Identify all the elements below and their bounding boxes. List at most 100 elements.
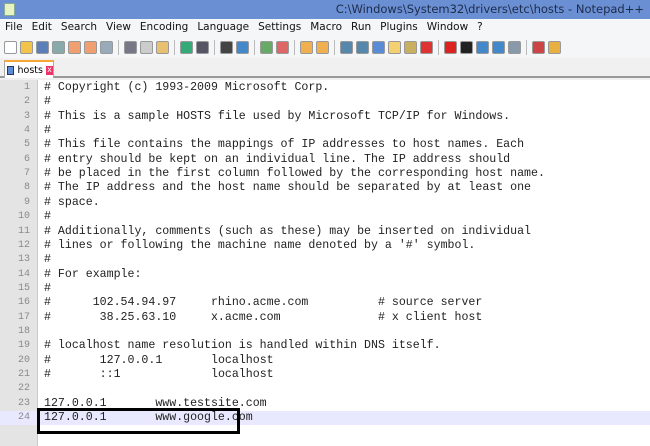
new-icon[interactable] bbox=[4, 40, 17, 54]
code-line[interactable]: 4 # bbox=[0, 124, 650, 138]
code-line[interactable]: 20 # 127.0.0.1 localhost bbox=[0, 354, 650, 368]
save-all-icon[interactable] bbox=[52, 40, 65, 54]
menu-help[interactable]: ? bbox=[472, 19, 487, 36]
line-number: 14 bbox=[17, 268, 30, 280]
window-title: C:\Windows\System32\drivers\etc\hosts - … bbox=[335, 2, 644, 16]
function-list-icon[interactable] bbox=[420, 40, 433, 54]
code-line[interactable]: 5 # This file contains the mappings of IP… bbox=[0, 138, 650, 152]
line-text: # 127.0.0.1 localhost bbox=[44, 353, 274, 367]
toolbar-separator bbox=[334, 39, 335, 55]
notepad-plus-plus-icon bbox=[4, 3, 15, 16]
code-line[interactable]: 7 # be placed in the first column followe… bbox=[0, 167, 650, 181]
line-text: # Additionally, comments (such as these)… bbox=[44, 224, 532, 238]
copy-icon[interactable] bbox=[140, 40, 153, 54]
redo-icon[interactable] bbox=[196, 40, 209, 54]
menu-file[interactable]: File bbox=[0, 19, 27, 36]
menu-window[interactable]: Window bbox=[422, 19, 472, 36]
menu-plugins[interactable]: Plugins bbox=[375, 19, 422, 36]
plugin-icon[interactable] bbox=[548, 40, 561, 54]
menu-run[interactable]: Run bbox=[346, 19, 375, 36]
line-text: # ::1 localhost bbox=[44, 368, 274, 381]
line-text: # localhost name resolution is handled w… bbox=[44, 339, 441, 353]
stop-macro-icon[interactable] bbox=[460, 40, 473, 54]
code-line[interactable]: 13 # bbox=[0, 253, 650, 267]
print-icon[interactable] bbox=[100, 40, 113, 54]
code-line[interactable]: 22 bbox=[0, 382, 650, 396]
code-line[interactable]: 17 # 38.25.63.10 x.acme.com # x client ho… bbox=[0, 311, 650, 325]
code-line[interactable]: 2 # bbox=[0, 95, 650, 109]
menu-macro[interactable]: Macro bbox=[305, 19, 346, 36]
menu-search[interactable]: Search bbox=[56, 19, 101, 36]
code-line[interactable]: 15 # bbox=[0, 282, 650, 296]
run-macro-multiple-icon[interactable] bbox=[492, 40, 505, 54]
code-line[interactable]: 6 # entry should be kept on an individual… bbox=[0, 153, 650, 167]
line-number: 13 bbox=[17, 254, 30, 266]
line-number: 11 bbox=[17, 225, 30, 237]
code-line[interactable]: 14 # For example: bbox=[0, 268, 650, 282]
line-number: 22 bbox=[17, 383, 30, 395]
line-number: 3 bbox=[23, 110, 30, 122]
menu-encoding[interactable]: Encoding bbox=[135, 19, 192, 36]
sync-v-icon[interactable] bbox=[300, 40, 313, 54]
save-macro-icon[interactable] bbox=[508, 40, 521, 54]
code-line[interactable]: 16 # 102.54.94.97 rhino.acme.com # source… bbox=[0, 296, 650, 310]
open-icon[interactable] bbox=[20, 40, 33, 54]
tab-hosts[interactable]: hosts x bbox=[4, 60, 54, 78]
menu-language[interactable]: Language bbox=[192, 19, 253, 36]
code-line[interactable]: 10 # bbox=[0, 210, 650, 224]
line-text: # bbox=[44, 210, 51, 224]
text-editor[interactable]: 1 # Copyright (c) 1993-2009 Microsoft Cor… bbox=[0, 80, 650, 446]
code-line[interactable]: 18 bbox=[0, 325, 650, 339]
sync-h-icon[interactable] bbox=[316, 40, 329, 54]
code-line[interactable]: 3 # This is a sample HOSTS file used by M… bbox=[0, 110, 650, 124]
cut-icon[interactable] bbox=[124, 40, 137, 54]
code-line[interactable]: 21 # ::1 localhost bbox=[0, 368, 650, 382]
record-macro-icon[interactable] bbox=[444, 40, 457, 54]
code-line[interactable]: 12 # lines or following the machine name … bbox=[0, 239, 650, 253]
line-text: # Copyright (c) 1993-2009 Microsoft Corp… bbox=[44, 81, 330, 94]
menu-settings[interactable]: Settings bbox=[253, 19, 305, 36]
zoom-in-icon[interactable] bbox=[260, 40, 273, 54]
toolbar-separator bbox=[438, 39, 439, 55]
find-icon[interactable] bbox=[220, 40, 233, 54]
wrap-icon[interactable] bbox=[340, 40, 353, 54]
line-text: # 102.54.94.97 rhino.acme.com # source s… bbox=[44, 296, 483, 310]
code-line[interactable]: 19 # localhost name resolution is handled… bbox=[0, 339, 650, 353]
line-text: # space. bbox=[44, 195, 100, 209]
toolbar-separator bbox=[294, 39, 295, 55]
undo-icon[interactable] bbox=[180, 40, 193, 54]
toolbar bbox=[0, 36, 650, 58]
line-number: 17 bbox=[17, 311, 30, 323]
line-number: 7 bbox=[23, 168, 30, 180]
replace-icon[interactable] bbox=[236, 40, 249, 54]
show-all-icon[interactable] bbox=[356, 40, 369, 54]
menu-edit[interactable]: Edit bbox=[27, 19, 56, 36]
menu-view[interactable]: View bbox=[101, 19, 135, 36]
line-text: # bbox=[44, 95, 51, 109]
indent-guide-icon[interactable] bbox=[372, 40, 385, 54]
zoom-out-icon[interactable] bbox=[276, 40, 289, 54]
save-icon[interactable] bbox=[36, 40, 49, 54]
highlight-box bbox=[37, 408, 240, 434]
toolbar-separator bbox=[118, 39, 119, 55]
line-text: # bbox=[44, 281, 51, 295]
line-text: # This file contains the mappings of IP … bbox=[44, 138, 525, 152]
line-text: # The IP address and the host name shoul… bbox=[44, 181, 532, 195]
line-number: 6 bbox=[23, 153, 30, 165]
code-line[interactable]: 9 # space. bbox=[0, 196, 650, 210]
line-number: 23 bbox=[17, 397, 30, 409]
code-line[interactable]: 11 # Additionally, comments (such as thes… bbox=[0, 225, 650, 239]
play-macro-icon[interactable] bbox=[476, 40, 489, 54]
code-line[interactable]: 8 # The IP address and the host name shou… bbox=[0, 181, 650, 195]
code-line[interactable]: 1 # Copyright (c) 1993-2009 Microsoft Cor… bbox=[0, 81, 650, 95]
doc-map-icon[interactable] bbox=[404, 40, 417, 54]
close-all-icon[interactable] bbox=[84, 40, 97, 54]
close-tab-icon[interactable]: x bbox=[45, 65, 53, 75]
paste-icon[interactable] bbox=[156, 40, 169, 54]
udl-icon[interactable] bbox=[388, 40, 401, 54]
line-number: 8 bbox=[23, 182, 30, 194]
line-number: 20 bbox=[17, 354, 30, 366]
line-text: # This is a sample HOSTS file used by Mi… bbox=[44, 109, 511, 123]
spell-check-icon[interactable] bbox=[532, 40, 545, 54]
close-icon[interactable] bbox=[68, 40, 81, 54]
